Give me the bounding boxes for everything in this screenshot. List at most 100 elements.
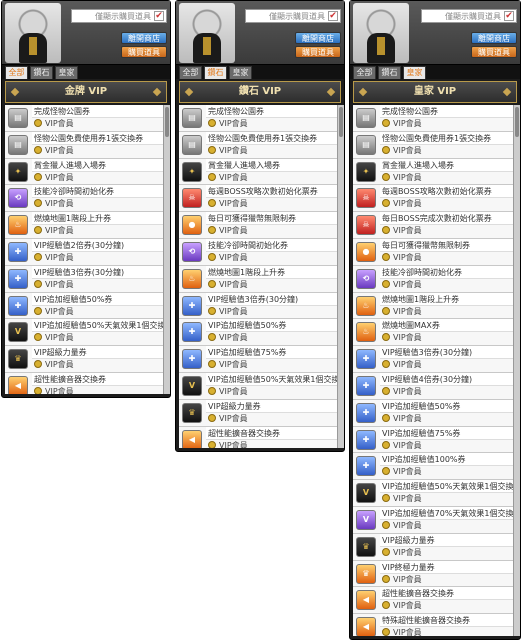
list-item[interactable]: V VIP追加經驗值50%天氣效果1個交換券 VIP會員 (179, 372, 341, 400)
item-name: 燃燒地圖1階段上升券 (380, 292, 517, 306)
buy-item-button[interactable]: 購買道具 (295, 46, 341, 58)
buy-item-button[interactable]: 購買道具 (121, 46, 167, 58)
vip-member-tag: VIP會員 (206, 359, 341, 371)
item-name: 完成怪物公園券 (380, 105, 517, 118)
list-item[interactable]: ♛ VIP超級力量券 VIP會員 (179, 399, 341, 427)
list-item[interactable]: ☠ 每週BOSS攻略次數初始化票券 VIP會員 (179, 185, 341, 213)
list-item[interactable]: ▤ 怪物公園免費使用券1張交換券 VIP會員 (179, 131, 341, 159)
vip-member-tag: VIP會員 (380, 413, 517, 425)
list-item[interactable]: ✚ VIP追加經驗值75%券 VIP會員 (179, 346, 341, 373)
list-item[interactable]: ◀ 超性能擴音器交換券 VIP會員 (5, 372, 167, 394)
show-purchasable-filter[interactable]: 僅顯示購買道具 ✔ (245, 9, 341, 23)
vip-icon: V (8, 322, 28, 343)
tab-1[interactable]: 鑽石 (204, 66, 227, 79)
vip-member-tag: VIP會員 (380, 440, 517, 452)
scrollbar-thumb[interactable] (165, 107, 169, 137)
list-item[interactable]: ♨ 燃燒地圖1階段上升券 VIP會員 (179, 265, 341, 293)
list-item[interactable]: ♨ 燃燒地圖1階段上升券 VIP會員 (353, 292, 517, 320)
checkmark-icon[interactable]: ✔ (328, 11, 338, 21)
list-item[interactable]: ♨ 燃燒地圖MAX券 VIP會員 (353, 319, 517, 347)
tab-2[interactable]: 皇家 (229, 66, 252, 79)
vip-member-tag: VIP會員 (380, 600, 517, 612)
tab-0[interactable]: 全部 (179, 66, 202, 79)
list-item[interactable]: ✚ VIP追加經驗值100%券 VIP會員 (353, 453, 517, 481)
list-scrollbar[interactable] (513, 105, 520, 636)
item-name: 技能冷卻時間初始化券 (32, 185, 167, 199)
list-item[interactable]: ✚ VIP追加經驗值50%券 VIP會員 (179, 319, 341, 347)
list-item[interactable]: ♨ 燃燒地圖1階段上升券 VIP會員 (5, 212, 167, 239)
scrollbar-thumb[interactable] (339, 107, 343, 137)
list-item[interactable]: ◀ 超性能擴音器交換券 VIP會員 (353, 587, 517, 615)
item-name: 每週BOSS攻略次數初始化票券 (380, 185, 517, 199)
list-item[interactable]: ● 每日可獲得獵幣無限制券 VIP會員 (353, 238, 517, 266)
fire-icon: ♨ (356, 295, 376, 316)
list-item[interactable]: ✚ VIP經驗值2倍券(30分鐘) VIP會員 (5, 238, 167, 266)
list-item[interactable]: ✦ 賞金獵人進場入場券 VIP會員 (179, 158, 341, 186)
list-item[interactable]: ⟲ 技能冷卻時間初始化券 VIP會員 (179, 238, 341, 266)
tab-2[interactable]: 皇家 (55, 66, 78, 79)
item-name: 超性能擴音器交換券 (380, 587, 517, 601)
list-item[interactable]: ▤ 完成怪物公園券 VIP會員 (353, 105, 517, 132)
list-item[interactable]: ✚ VIP經驗值3倍券(30分鐘) VIP會員 (353, 346, 517, 373)
list-item[interactable]: ✦ 賞金獵人進場入場券 VIP會員 (5, 158, 167, 186)
list-item[interactable]: ☠ 每日BOSS完成次數初始化票券 VIP會員 (353, 212, 517, 239)
list-item[interactable]: ◀ 特殊超性能擴音器交換券 VIP會員 (353, 614, 517, 636)
list-item[interactable]: ▤ 完成怪物公園券 VIP會員 (179, 105, 341, 132)
leave-shop-button[interactable]: 離開商店 (471, 32, 517, 44)
list-item[interactable]: ✚ VIP追加經驗值50%券 VIP會員 (5, 292, 167, 320)
skill-icon: ⟲ (182, 241, 202, 262)
leave-shop-button[interactable]: 離開商店 (295, 32, 341, 44)
list-item[interactable]: ♛ VIP終極力量券 VIP會員 (353, 560, 517, 588)
vip-tier-title: 皇家 VIP (353, 81, 517, 103)
vip-member-tag: VIP會員 (206, 198, 341, 210)
show-purchasable-filter[interactable]: 僅顯示購買道具 ✔ (71, 9, 167, 23)
list-item[interactable]: V VIP追加經驗值50%天氣效果1個交換券 VIP會員 (353, 480, 517, 507)
item-name: 每日BOSS完成次數初始化票券 (380, 212, 517, 226)
list-item[interactable]: ● 每日可獲得獵幣無限制券 VIP會員 (179, 212, 341, 239)
list-item[interactable]: V VIP追加經驗值50%天氣效果1個交換券 VIP會員 (5, 319, 167, 347)
list-item[interactable]: ✚ VIP追加經驗值50%券 VIP會員 (353, 399, 517, 427)
checkmark-icon[interactable]: ✔ (154, 11, 164, 21)
list-scrollbar[interactable] (163, 105, 170, 394)
tab-0[interactable]: 全部 (5, 66, 28, 79)
list-item[interactable]: ⟲ 技能冷卻時間初始化券 VIP會員 (5, 185, 167, 213)
list-item[interactable]: ▤ 完成怪物公園券 VIP會員 (5, 105, 167, 132)
tab-1[interactable]: 鑽石 (30, 66, 53, 79)
vip-member-tag: VIP會員 (206, 440, 341, 448)
filter-label: 僅顯示購買道具 (445, 11, 501, 21)
tab-2[interactable]: 皇家 (403, 66, 426, 79)
buy-item-button[interactable]: 購買道具 (471, 46, 517, 58)
list-item[interactable]: ✚ VIP經驗值3倍券(30分鐘) VIP會員 (5, 265, 167, 293)
list-item[interactable]: ♛ VIP超級力量券 VIP會員 (5, 346, 167, 373)
list-item[interactable]: ✚ VIP經驗值3倍券(30分鐘) VIP會員 (179, 292, 341, 320)
tab-1[interactable]: 鑽石 (378, 66, 401, 79)
tab-0[interactable]: 全部 (353, 66, 376, 79)
wings-icon: ✦ (356, 161, 376, 182)
list-item[interactable]: ♛ VIP超級力量券 VIP會員 (353, 533, 517, 561)
list-item[interactable]: V VIP追加經驗值70%天氣效果1個交換券 VIP會員 (353, 506, 517, 534)
list-item[interactable]: ✦ 賞金獵人進場入場券 VIP會員 (353, 158, 517, 186)
list-item[interactable]: ◀ 超性能擴音器交換券 VIP會員 (179, 426, 341, 448)
show-purchasable-filter[interactable]: 僅顯示購買道具 ✔ (421, 9, 517, 23)
vip-icon: V (356, 509, 376, 530)
vip-member-tag: VIP會員 (380, 359, 517, 371)
list-item[interactable]: ✚ VIP經驗值4倍券(30分鐘) VIP會員 (353, 372, 517, 400)
crown-icon: ♛ (356, 563, 376, 584)
list-item[interactable]: ▤ 怪物公園免費使用券1張交換券 VIP會員 (353, 131, 517, 159)
item-name: VIP追加經驗值50%券 (206, 319, 341, 333)
item-name: VIP終極力量券 (380, 560, 517, 574)
list-item[interactable]: ✚ VIP追加經驗值75%券 VIP會員 (353, 426, 517, 454)
vip-member-tag: VIP會員 (380, 547, 517, 559)
list-item[interactable]: ▤ 怪物公園免費使用券1張交換券 VIP會員 (5, 131, 167, 159)
list-item[interactable]: ⟲ 技能冷卻時間初始化券 VIP會員 (353, 265, 517, 293)
list-scrollbar[interactable] (337, 105, 344, 448)
exp-icon: ✚ (182, 322, 202, 343)
scrollbar-thumb[interactable] (515, 107, 519, 137)
crown-icon: ♛ (182, 402, 202, 423)
checkmark-icon[interactable]: ✔ (504, 11, 514, 21)
item-name: 超性能擴音器交換券 (206, 426, 341, 440)
leave-shop-button[interactable]: 離開商店 (121, 32, 167, 44)
item-name: 賞金獵人進場入場券 (380, 158, 517, 172)
vip-icon: V (356, 483, 376, 504)
list-item[interactable]: ☠ 每週BOSS攻略次數初始化票券 VIP會員 (353, 185, 517, 213)
